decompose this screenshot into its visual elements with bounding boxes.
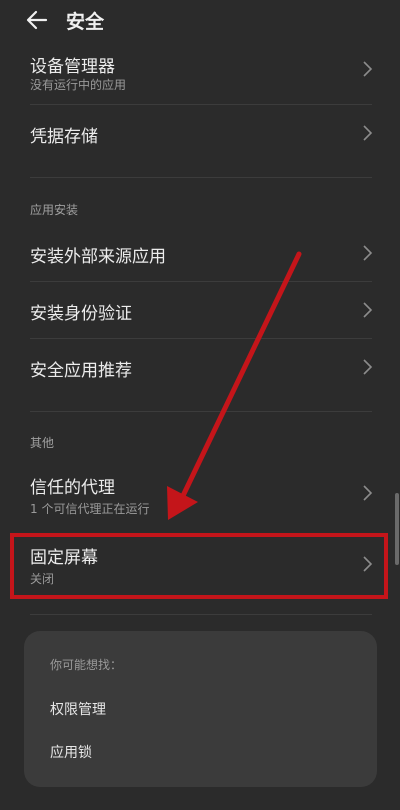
chevron-right-icon <box>363 359 373 375</box>
suggestion-link-app-lock[interactable]: 应用锁 <box>50 742 92 762</box>
chevron-right-icon <box>363 245 373 261</box>
trust-agents-title: 信任的代理 <box>30 478 115 498</box>
credential-storage-item[interactable]: 凭据存储 <box>0 105 400 161</box>
device-manager-item[interactable]: 设备管理器 没有运行中的应用 <box>0 44 400 104</box>
section-header-other: 其他 <box>30 436 55 450</box>
chevron-right-icon <box>363 61 373 77</box>
trust-agents-item[interactable]: 信任的代理 1 个可信代理正在运行 <box>0 463 400 525</box>
install-verification-item[interactable]: 安装身份验证 <box>0 282 400 338</box>
security-app-recommend-item[interactable]: 安全应用推荐 <box>0 339 400 395</box>
install-unknown-apps-item[interactable]: 安装外部来源应用 <box>0 225 400 281</box>
scrollbar[interactable] <box>395 493 399 565</box>
device-manager-subtitle: 没有运行中的应用 <box>30 78 127 92</box>
suggestion-card-title: 你可能想找： <box>50 658 123 672</box>
install-unknown-apps-title: 安装外部来源应用 <box>30 247 166 267</box>
app-header: 安全 <box>0 0 400 40</box>
annotation-highlight-box <box>10 533 388 599</box>
chevron-right-icon <box>363 125 373 141</box>
suggestion-link-permission-manager[interactable]: 权限管理 <box>50 699 106 719</box>
security-app-recommend-title: 安全应用推荐 <box>30 361 132 381</box>
chevron-right-icon <box>363 485 373 501</box>
suggestion-card: 你可能想找： 权限管理 应用锁 <box>24 631 377 787</box>
divider <box>30 177 372 178</box>
trust-agents-subtitle: 1 个可信代理正在运行 <box>30 502 150 516</box>
divider <box>30 614 372 615</box>
install-verification-title: 安装身份验证 <box>30 304 132 324</box>
device-manager-title: 设备管理器 <box>30 57 115 77</box>
divider <box>30 411 372 412</box>
back-arrow-icon[interactable] <box>24 7 50 33</box>
chevron-right-icon <box>363 302 373 318</box>
credential-storage-title: 凭据存储 <box>30 127 98 147</box>
section-header-app-install: 应用安装 <box>30 203 79 217</box>
page-title: 安全 <box>66 11 105 33</box>
